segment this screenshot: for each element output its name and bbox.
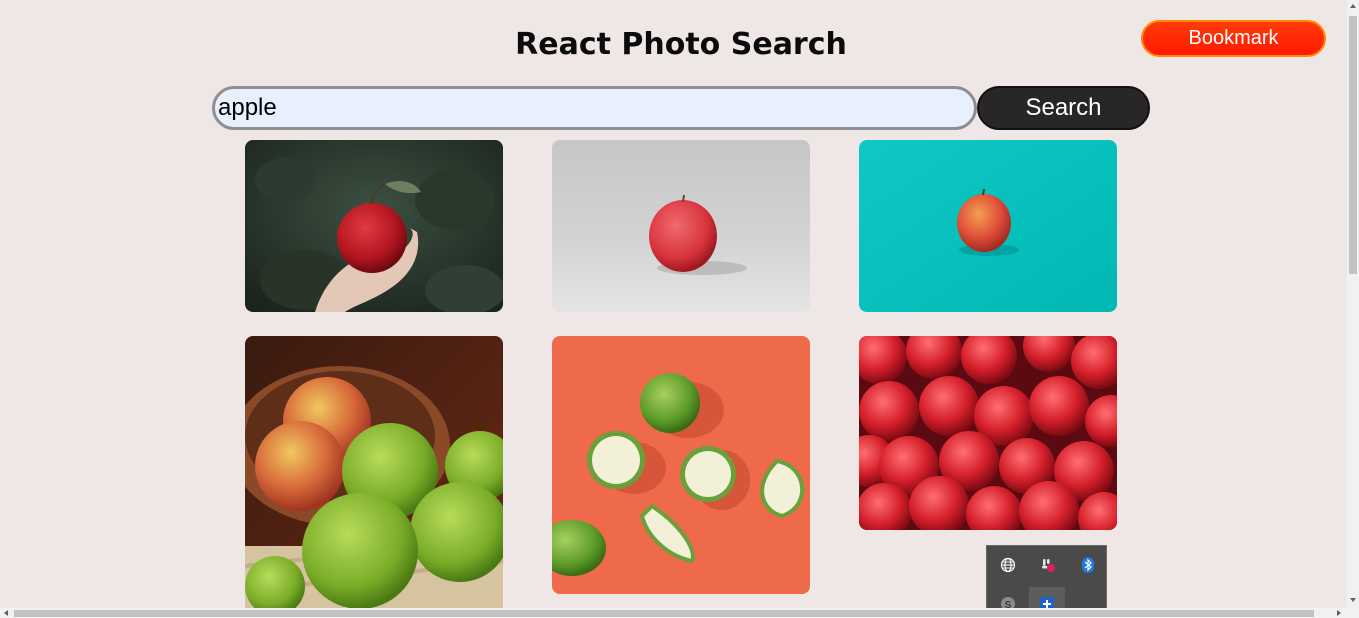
- photo-card[interactable]: [245, 140, 503, 312]
- photo-image: [552, 140, 810, 312]
- search-button[interactable]: Search: [977, 86, 1150, 130]
- photo-image: [859, 336, 1117, 530]
- photo-image: [859, 140, 1117, 312]
- photo-image: [552, 336, 810, 594]
- photo-card[interactable]: [245, 336, 503, 616]
- photo-card[interactable]: [859, 140, 1117, 312]
- bookmark-button[interactable]: Bookmark: [1141, 20, 1326, 57]
- photo-card[interactable]: [552, 336, 810, 594]
- vertical-scroll-thumb[interactable]: [1349, 16, 1357, 274]
- globe-icon[interactable]: [990, 548, 1026, 582]
- photo-card[interactable]: [552, 140, 810, 312]
- scroll-up-icon[interactable]: [1350, 4, 1356, 8]
- scroll-left-icon[interactable]: [4, 610, 8, 616]
- search-input[interactable]: [212, 86, 977, 130]
- photo-image: [245, 140, 503, 312]
- slack-icon[interactable]: [1030, 548, 1066, 582]
- page: React Photo Search Bookmark Search: [0, 0, 1359, 618]
- horizontal-scroll-thumb[interactable]: [14, 610, 1314, 617]
- photo-image: [245, 336, 503, 616]
- horizontal-scrollbar[interactable]: [0, 608, 1359, 618]
- bluetooth-icon[interactable]: [1070, 548, 1106, 582]
- vertical-scrollbar[interactable]: [1347, 0, 1359, 608]
- scroll-down-icon[interactable]: [1350, 598, 1356, 602]
- photo-card[interactable]: [859, 336, 1117, 530]
- scroll-right-icon[interactable]: [1337, 610, 1341, 616]
